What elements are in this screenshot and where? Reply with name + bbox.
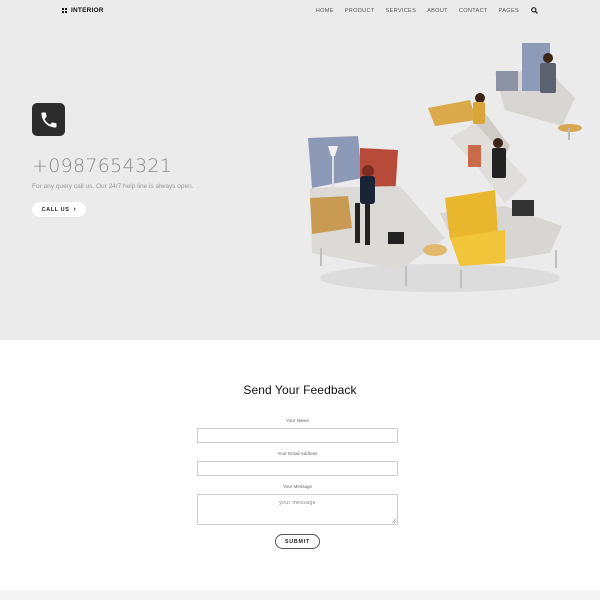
name-label: Your Name bbox=[286, 418, 309, 423]
hero-image bbox=[308, 43, 582, 292]
email-field[interactable] bbox=[197, 461, 398, 476]
nav-item-services[interactable]: SERVICES bbox=[386, 8, 417, 14]
brand-name: INTERIOR bbox=[71, 7, 104, 14]
nav-item-pages[interactable]: PAGES bbox=[499, 8, 519, 14]
name-field[interactable] bbox=[197, 428, 398, 443]
call-us-button[interactable]: CALL US › bbox=[32, 202, 86, 217]
message-field[interactable]: your message bbox=[197, 494, 398, 525]
message-placeholder: your message bbox=[279, 500, 316, 506]
top-navbar: INTERIOR HOME PRODUCT SERVICES ABOUT CON… bbox=[0, 0, 600, 22]
nav-item-home[interactable]: HOME bbox=[316, 8, 334, 14]
chevron-right-icon: › bbox=[73, 206, 77, 213]
logo-grid-icon bbox=[62, 7, 68, 14]
phone-number: +0987654321 bbox=[32, 155, 173, 177]
nav-item-product[interactable]: PRODUCT bbox=[345, 8, 375, 14]
nav-item-about[interactable]: ABOUT bbox=[427, 8, 448, 14]
phone-icon bbox=[32, 103, 65, 136]
call-us-label: CALL US bbox=[41, 206, 70, 213]
resize-handle-icon[interactable] bbox=[391, 518, 396, 523]
footer-strip bbox=[0, 590, 600, 600]
main-menu: HOME PRODUCT SERVICES ABOUT CONTACT PAGE… bbox=[316, 7, 538, 15]
submit-button[interactable]: SUBMIT bbox=[275, 534, 320, 549]
feedback-title: Send Your Feedback bbox=[243, 383, 357, 397]
brand-logo[interactable]: INTERIOR bbox=[62, 7, 104, 14]
nav-item-contact[interactable]: CONTACT bbox=[459, 8, 488, 14]
message-label: Your Message bbox=[282, 484, 313, 489]
helpline-text: For any query call us. Our 24/7 help lin… bbox=[32, 183, 194, 190]
search-icon[interactable] bbox=[530, 7, 538, 15]
email-label: Your Email Address bbox=[277, 451, 318, 456]
